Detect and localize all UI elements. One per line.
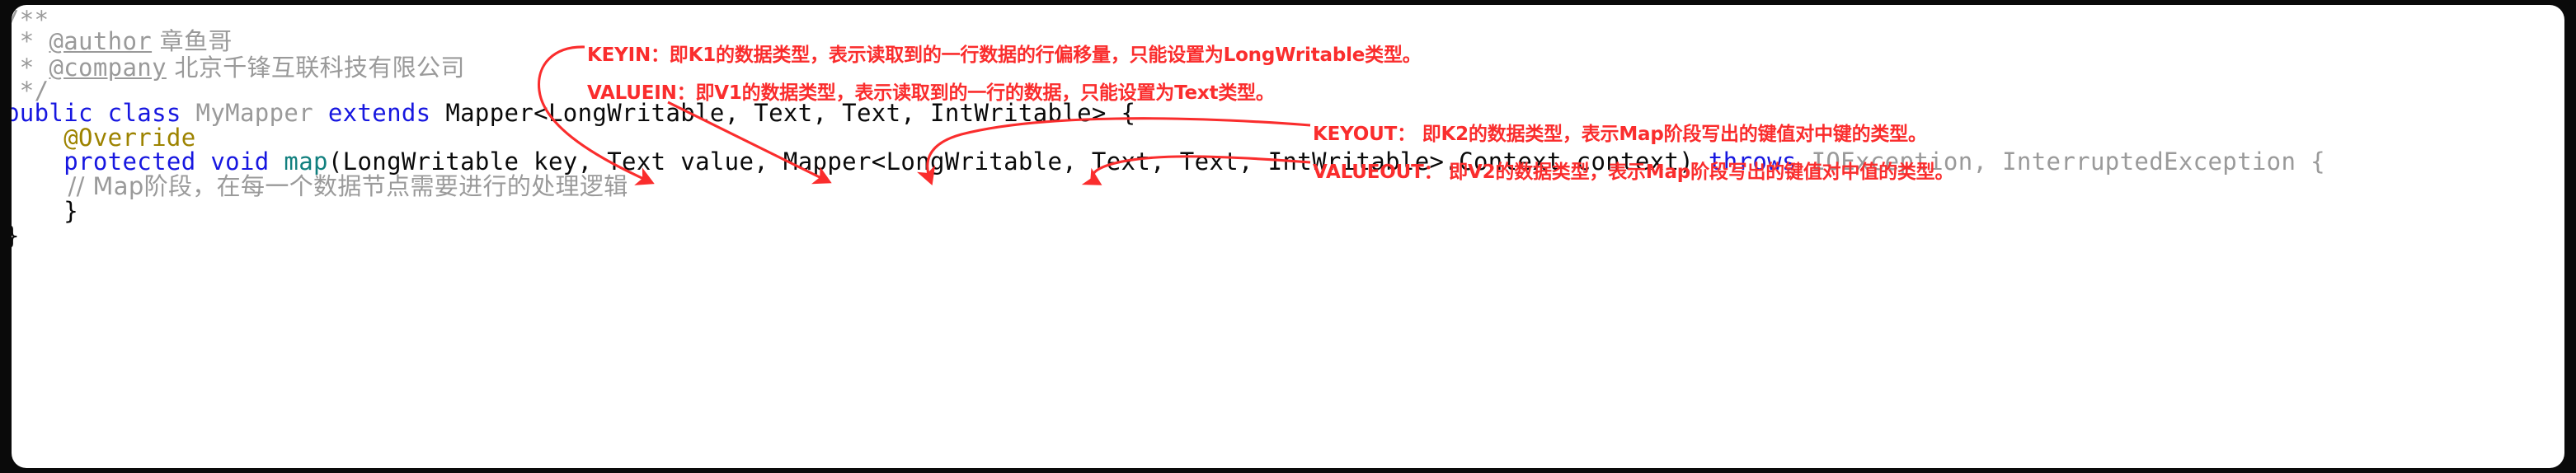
code-line-10: } [12,224,20,248]
code-line-8-inline-comment: // Map阶段，在每一个数据节点需要进行的处理逻辑 [12,175,628,199]
keyword-protected-void: protected void [12,148,284,176]
author-tag: @author [49,27,153,55]
code-line-3: * @company 北京千锋互联科技有限公司 [12,56,465,80]
mapper-generic-signature: Mapper<LongWritable, Text, Text, IntWrit… [445,99,1136,127]
code-line-5-class-decl: public class MyMapper extends Mapper<Lon… [12,101,1135,125]
class-name-mymapper: MyMapper [195,99,314,127]
code-line-7-method-decl: protected void map(LongWritable key, Tex… [12,150,2325,174]
method-parameters: (LongWritable key, Text value, Mapper<Lo… [327,148,1709,176]
code-annotation-screenshot: /** * @author 章鱼哥 * @company 北京千锋互联科技有限公… [0,0,2576,473]
code-line-2: * @author 章鱼哥 [12,30,233,54]
map-stage-comment: // Map阶段，在每一个数据节点需要进行的处理逻辑 [12,172,628,200]
code-card: /** * @author 章鱼哥 * @company 北京千锋互联科技有限公… [12,5,2564,468]
company-value: 北京千锋互联科技有限公司 [166,54,465,82]
keyword-throws: throws [1708,148,1812,176]
company-tag: @company [49,54,167,82]
method-name-map: map [284,148,328,176]
code-block[interactable]: /** * @author 章鱼哥 * @company 北京千锋互联科技有限公… [12,5,2564,468]
keyword-extends: extends [313,99,446,127]
keyword-public-class: public class [12,99,196,127]
author-value: 章鱼哥 [152,27,233,55]
code-line-9: } [12,199,78,223]
method-close-brace: } [12,197,79,225]
code-line-6-override: @Override [12,126,196,150]
class-close-brace: } [12,222,20,250]
thrown-exceptions: IOException, InterruptedException { [1811,148,2325,176]
javadoc-star: * [19,27,35,55]
